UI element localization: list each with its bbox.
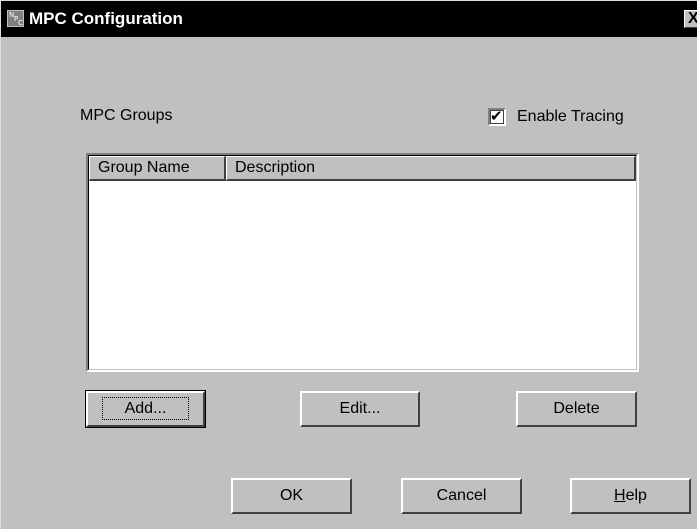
add-button-label: Add...: [101, 397, 190, 420]
help-button[interactable]: Help: [570, 478, 691, 514]
close-button[interactable]: X: [684, 10, 697, 28]
mpc-app-icon: NPC: [7, 10, 24, 27]
list-body[interactable]: Group Name Description: [88, 155, 637, 370]
close-icon: X: [688, 10, 697, 27]
ok-button[interactable]: OK: [231, 478, 352, 514]
help-label-rest: elp: [625, 487, 647, 504]
edit-button[interactable]: Edit...: [300, 391, 420, 427]
mpc-groups-list[interactable]: Group Name Description: [86, 153, 639, 372]
add-button[interactable]: Add...: [85, 390, 206, 428]
mpc-groups-label: MPC Groups: [80, 107, 173, 124]
column-header-group-name[interactable]: Group Name: [89, 156, 226, 181]
mpc-configuration-dialog: NPC MPC Configuration X MPC Groups ✔ Ena…: [0, 0, 697, 529]
delete-button[interactable]: Delete: [516, 391, 637, 427]
window-title: MPC Configuration: [29, 9, 183, 28]
enable-tracing-checkbox[interactable]: ✔: [488, 107, 506, 126]
title-bar[interactable]: NPC MPC Configuration: [1, 1, 697, 37]
help-mnemonic: H: [614, 487, 626, 504]
cancel-button[interactable]: Cancel: [401, 478, 522, 514]
column-header-description[interactable]: Description: [226, 156, 636, 181]
enable-tracing-label[interactable]: Enable Tracing: [517, 107, 624, 127]
checkmark-icon: ✔: [490, 107, 503, 125]
